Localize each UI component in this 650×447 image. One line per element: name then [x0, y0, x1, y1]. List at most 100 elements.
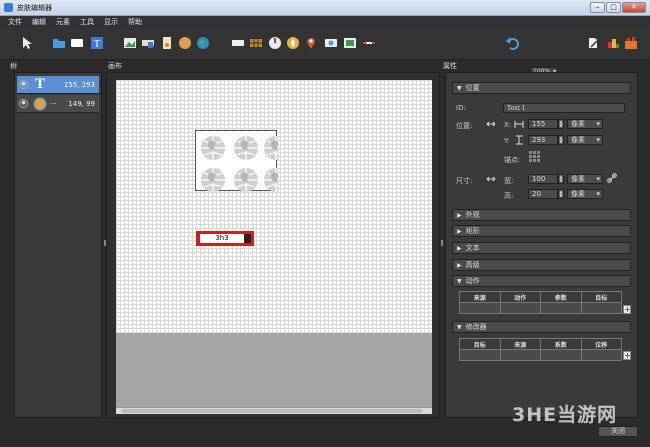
menu-tools[interactable]: 工具: [80, 17, 94, 27]
modifiers-col-offset[interactable]: 位移: [580, 338, 622, 350]
menu-edit[interactable]: 编辑: [32, 17, 46, 27]
map-pin-icon[interactable]: [304, 36, 318, 50]
close-button[interactable]: 关闭: [598, 426, 638, 437]
expand-icon: ▶: [457, 211, 462, 219]
section-rectangle-title: 矩形: [465, 227, 480, 235]
app-icon: [4, 3, 13, 12]
canvas-area[interactable]: [116, 80, 432, 333]
visibility-icon[interactable]: ●: [19, 99, 28, 108]
width-stepper[interactable]: ▲ ▼: [558, 174, 564, 184]
modifiers-table: 目标 来源 系数 位移: [459, 338, 622, 361]
menu-element[interactable]: 元素: [56, 17, 70, 27]
tree-item-label: 149, 99: [68, 99, 95, 108]
x-stepper[interactable]: ▲ ▼: [558, 119, 564, 129]
menu-help[interactable]: 帮助: [128, 17, 142, 27]
video-tool-icon[interactable]: [324, 36, 338, 50]
actions-col-target[interactable]: 目标: [580, 291, 622, 303]
x-unit-select[interactable]: 像素: [567, 119, 603, 129]
pointer-icon[interactable]: [20, 36, 34, 50]
section-actions-title: 动作: [465, 277, 480, 285]
window-title: 皮肤编辑器: [17, 3, 52, 12]
tree-item-ellipsis: ···: [50, 99, 57, 108]
tree-panel: ● T 155, 293 ● ··· 149, 99: [14, 72, 102, 418]
frame-tool-icon[interactable]: [231, 36, 245, 50]
section-advanced[interactable]: ▶ 高级: [452, 259, 631, 271]
tree-item-label: 155, 293: [63, 80, 95, 89]
doc-tool-icon[interactable]: [160, 36, 174, 50]
tree-item-image[interactable]: ● ··· 149, 99: [17, 95, 99, 113]
visibility-icon[interactable]: ●: [19, 80, 28, 89]
watermark-logo: 3HE当游网: [512, 404, 618, 426]
anchor-grid-icon[interactable]: [529, 151, 541, 163]
link-size-icon[interactable]: [486, 175, 496, 184]
collapse-icon: ▼: [457, 84, 462, 92]
section-modifiers-title: 修改器: [465, 323, 487, 331]
table-row: [459, 349, 622, 361]
height-field[interactable]: 20: [528, 189, 558, 199]
splitter-handle[interactable]: [441, 240, 443, 246]
text-element-handle[interactable]: [244, 234, 251, 243]
image-tool-icon[interactable]: [123, 36, 137, 50]
horizontal-scrollbar[interactable]: [116, 407, 432, 414]
y-field[interactable]: 293: [528, 135, 558, 145]
position-label: 位置:: [456, 122, 473, 130]
ball-tool-icon[interactable]: [178, 36, 192, 50]
link-position-icon[interactable]: [486, 120, 496, 129]
section-position[interactable]: ▼ 位置: [452, 82, 631, 94]
width-unit-select[interactable]: 像素: [567, 174, 603, 184]
y-unit-select[interactable]: 像素: [567, 135, 603, 145]
actions-col-source[interactable]: 来源: [459, 291, 501, 303]
splitter-handle[interactable]: [104, 240, 106, 246]
palette-icon[interactable]: [606, 36, 620, 50]
scrollbar-thumb[interactable]: [122, 409, 422, 413]
section-text[interactable]: ▶ 文本: [452, 242, 631, 254]
image-element[interactable]: [195, 130, 289, 193]
modifiers-col-target[interactable]: 目标: [459, 338, 501, 350]
height-unit-select[interactable]: 像素: [567, 189, 603, 199]
add-action-button[interactable]: +: [623, 305, 631, 314]
close-window-button[interactable]: ✕: [622, 2, 646, 13]
new-rect-icon[interactable]: [70, 36, 84, 50]
id-field[interactable]: Text 1: [503, 103, 625, 113]
text-tool-icon[interactable]: T: [90, 36, 104, 50]
size-label: 尺寸:: [456, 177, 473, 185]
section-position-title: 位置: [465, 84, 480, 92]
section-text-title: 文本: [465, 244, 480, 252]
tools-icon[interactable]: [586, 36, 600, 50]
modifiers-col-source[interactable]: 来源: [499, 338, 541, 350]
canvas-panel-title: 画布: [108, 62, 122, 70]
section-rectangle[interactable]: ▶ 矩形: [452, 225, 631, 237]
line-tool-icon[interactable]: [362, 36, 376, 50]
y-label: Y:: [504, 137, 510, 145]
actions-col-param[interactable]: 参数: [540, 291, 582, 303]
expand-icon: ▶: [457, 227, 462, 235]
compass-tool-icon[interactable]: [286, 36, 300, 50]
y-stepper[interactable]: ▲ ▼: [558, 135, 564, 145]
button-tool-icon[interactable]: [141, 36, 155, 50]
build-icon[interactable]: [624, 36, 638, 50]
add-modifier-button[interactable]: +: [623, 351, 631, 360]
chain-link-icon[interactable]: [607, 173, 617, 183]
height-stepper[interactable]: ▲ ▼: [558, 189, 564, 199]
modifiers-col-factor[interactable]: 系数: [540, 338, 582, 350]
globe-tool-icon[interactable]: [196, 36, 210, 50]
expand-icon: ▶: [457, 244, 462, 252]
menu-file[interactable]: 文件: [8, 17, 22, 27]
y-axis-icon: [516, 135, 523, 145]
picture-frame-icon[interactable]: [343, 36, 357, 50]
undo-icon[interactable]: [505, 36, 519, 50]
maximize-button[interactable]: □: [606, 2, 621, 13]
section-actions[interactable]: ▼ 动作: [452, 275, 631, 287]
section-appearance[interactable]: ▶ 外观: [452, 209, 631, 221]
width-field[interactable]: 100: [528, 174, 558, 184]
section-modifiers[interactable]: ▼ 修改器: [452, 321, 631, 333]
open-folder-icon[interactable]: [52, 36, 66, 50]
text-element[interactable]: 3h3: [196, 231, 254, 246]
actions-col-action[interactable]: 动作: [499, 291, 541, 303]
minimize-button[interactable]: ‒: [590, 2, 605, 13]
tree-item-text[interactable]: ● T 155, 293: [17, 76, 99, 94]
grid-tool-icon[interactable]: [249, 36, 263, 50]
menu-view[interactable]: 显示: [104, 17, 118, 27]
dial-tool-icon[interactable]: [268, 36, 282, 50]
x-field[interactable]: 155: [528, 119, 558, 129]
